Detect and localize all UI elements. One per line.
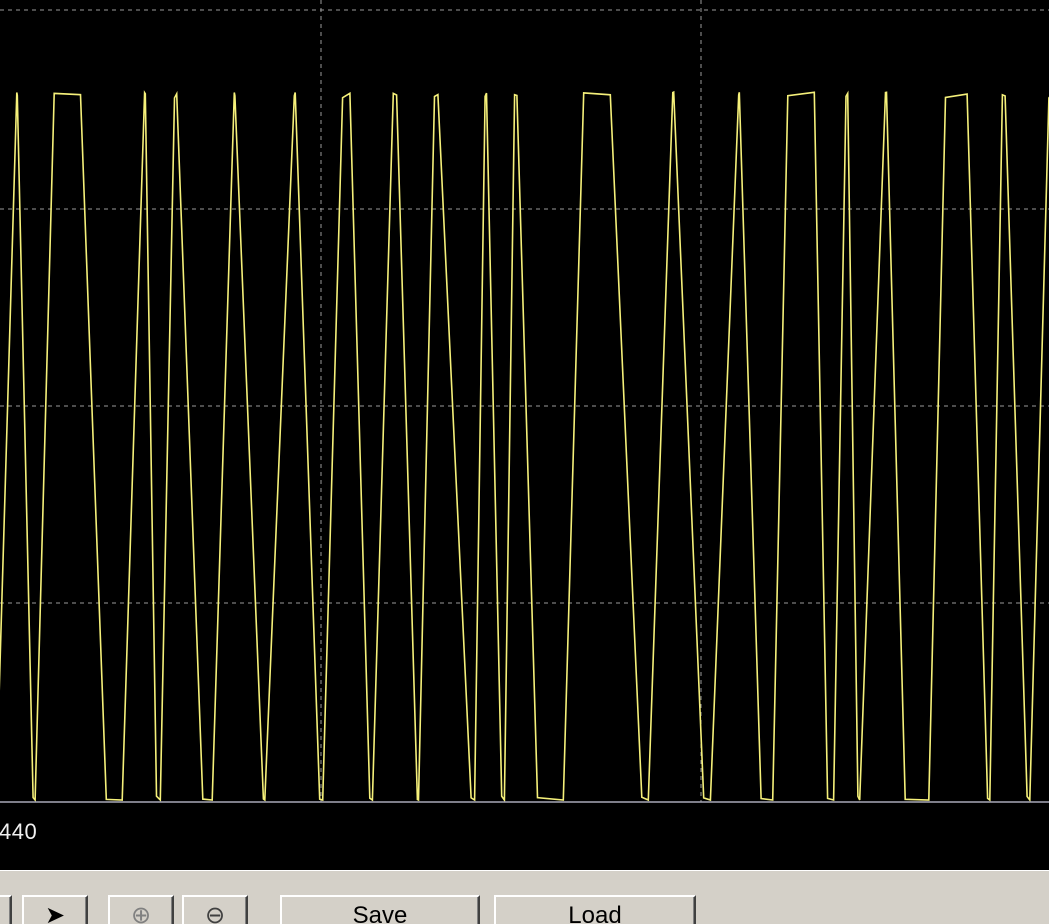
- grid: [0, 0, 1049, 802]
- load-button-label: Load: [568, 902, 622, 924]
- oscilloscope-window: 440 ➤ ⊕ ⊖ Save Load: [0, 0, 1049, 924]
- waveform-polyline: [0, 90, 1049, 803]
- save-button-label: Save: [352, 902, 408, 924]
- zoom-out-button[interactable]: ⊖: [182, 895, 248, 924]
- waveform-plot: [0, 0, 1049, 803]
- load-button[interactable]: Load: [494, 895, 696, 924]
- waveform-trace: [0, 90, 1049, 803]
- toolbar: ➤ ⊕ ⊖ Save Load: [0, 870, 1049, 924]
- zoom-in-button[interactable]: ⊕: [108, 895, 174, 924]
- frequency-readout: 440: [0, 819, 38, 844]
- zoom-in-icon: ⊕: [130, 902, 152, 924]
- zoom-out-icon: ⊖: [204, 902, 226, 924]
- save-button[interactable]: Save: [280, 895, 480, 924]
- previous-button[interactable]: [0, 895, 12, 924]
- next-button[interactable]: ➤: [22, 895, 88, 924]
- arrow-right-icon: ➤: [44, 902, 66, 924]
- scope-display: 440: [0, 0, 1049, 870]
